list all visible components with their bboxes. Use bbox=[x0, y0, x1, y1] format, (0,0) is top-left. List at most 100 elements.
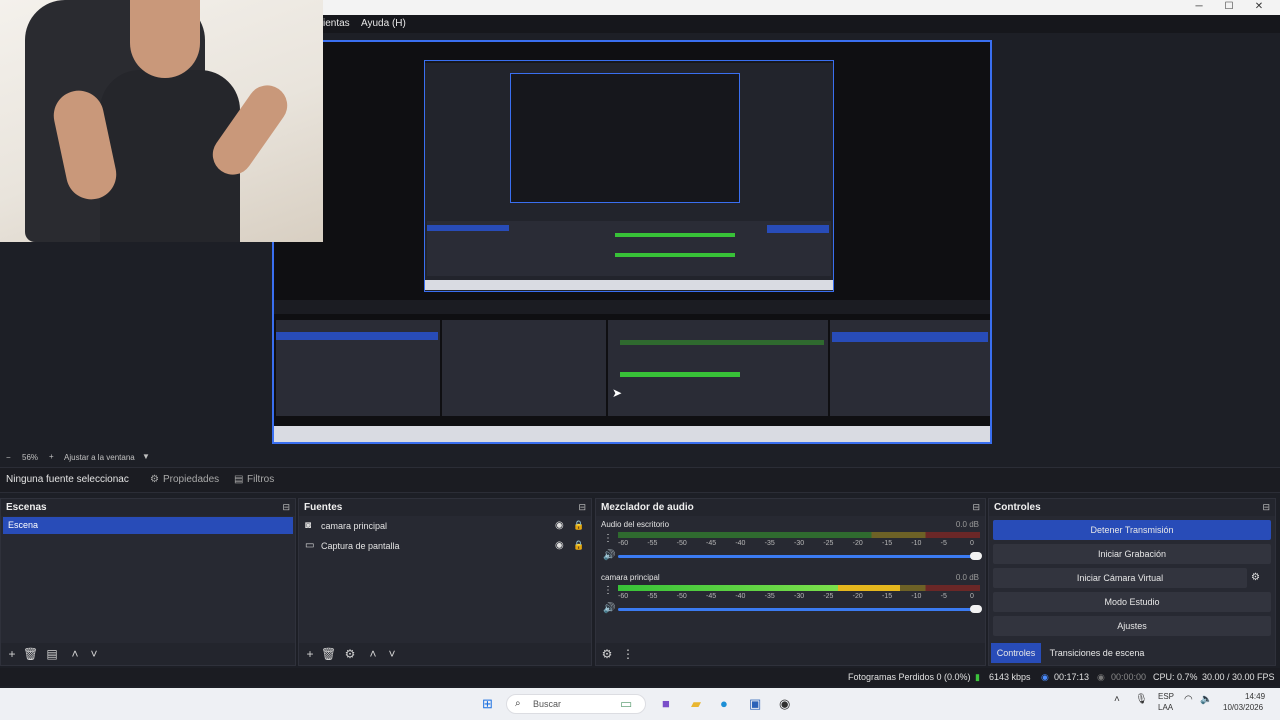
minimize-icon[interactable]: ─ bbox=[1184, 1, 1214, 12]
close-icon[interactable]: ✕ bbox=[1244, 1, 1274, 12]
landscape-widget-icon[interactable]: ▭ bbox=[620, 696, 632, 712]
slider-handle[interactable] bbox=[970, 605, 982, 613]
fit-window-button[interactable]: Ajustar a la ventana bbox=[64, 453, 135, 462]
gear-icon[interactable]: ⚙ bbox=[343, 647, 357, 661]
scale-tick: -10 bbox=[911, 593, 922, 600]
tab-scene-transitions[interactable]: Transiciones de escena bbox=[1045, 643, 1149, 663]
undock-icon[interactable]: ⊟ bbox=[578, 502, 586, 513]
settings-button[interactable]: Ajustes bbox=[993, 616, 1271, 636]
store-icon[interactable]: ▣ bbox=[749, 696, 761, 712]
mixer-menu-icon[interactable]: ⋮ bbox=[621, 647, 635, 661]
volume-slider[interactable] bbox=[618, 552, 982, 560]
move-down-button[interactable]: ˅ bbox=[87, 647, 101, 661]
move-up-button[interactable]: ˄ bbox=[366, 647, 380, 661]
mixer-title: Mezclador de audio bbox=[601, 502, 694, 513]
scenes-title: Escenas bbox=[6, 502, 47, 513]
microphone-icon[interactable]: 🎙 bbox=[1135, 694, 1148, 705]
undock-icon[interactable]: ⊟ bbox=[1262, 502, 1270, 513]
mouse-cursor: ➤ bbox=[612, 386, 623, 400]
source-item[interactable]: ▭ Captura de pantalla ◉ 🔒 bbox=[303, 538, 593, 555]
start-virtual-camera-button[interactable]: Iniciar Cámara Virtual bbox=[993, 568, 1247, 588]
scale-tick: -40 bbox=[735, 540, 746, 547]
sources-footer: + 🗑 ⚙ ˄ ˅ bbox=[299, 643, 591, 665]
record-icon: ◉ bbox=[1097, 672, 1105, 682]
move-down-button[interactable]: ˅ bbox=[385, 647, 399, 661]
chevron-down-icon[interactable]: ▼ bbox=[142, 452, 150, 461]
channel-menu-icon[interactable]: ⋮ bbox=[603, 533, 613, 544]
scale-tick: -20 bbox=[852, 593, 863, 600]
menu-help[interactable]: Ayuda (H) bbox=[361, 18, 406, 29]
mirror-sources bbox=[442, 320, 606, 416]
channel-db: 0.0 dB bbox=[955, 573, 979, 582]
scene-item[interactable]: Escena bbox=[3, 517, 293, 534]
zoom-out-button[interactable]: − bbox=[6, 453, 11, 462]
undock-icon[interactable]: ⊟ bbox=[282, 502, 290, 513]
status-bar: Fotogramas Perdidos 0 (0.0%) ▮ 6143 kbps… bbox=[0, 668, 1280, 686]
filters-button[interactable]: Filtros bbox=[247, 474, 274, 485]
scale-tick: -40 bbox=[735, 593, 746, 600]
maximize-icon[interactable]: ☐ bbox=[1214, 1, 1244, 12]
eye-icon[interactable]: ◉ bbox=[555, 540, 564, 551]
add-source-button[interactable]: + bbox=[303, 647, 317, 661]
mixer-footer: ⚙ ⋮ bbox=[596, 643, 985, 665]
scale-tick: -45 bbox=[706, 593, 717, 600]
scenes-dock: Escenas ⊟ Escena + 🗑 ▤ ˄ ˅ bbox=[0, 498, 296, 666]
no-source-label: Ninguna fuente seleccionac bbox=[6, 474, 129, 485]
scene-label: Escena bbox=[8, 520, 39, 530]
menu-tools[interactable]: ientas bbox=[323, 18, 350, 29]
move-up-button[interactable]: ˄ bbox=[68, 647, 82, 661]
mirror-stop-button bbox=[832, 332, 988, 342]
preview-canvas[interactable] bbox=[272, 40, 992, 444]
clock-time[interactable]: 14:49 bbox=[1245, 692, 1265, 701]
scale-tick: -55 bbox=[647, 593, 658, 600]
scale-tick: -30 bbox=[794, 593, 805, 600]
sources-title: Fuentes bbox=[304, 502, 343, 513]
filter-scene-button[interactable]: ▤ bbox=[45, 647, 59, 661]
trash-icon[interactable]: 🗑 bbox=[321, 647, 336, 661]
channel-menu-icon[interactable]: ⋮ bbox=[603, 585, 613, 596]
speaker-icon[interactable]: 🔊 bbox=[603, 550, 615, 561]
tab-controls[interactable]: Controles bbox=[991, 643, 1041, 663]
eye-icon[interactable]: ◉ bbox=[555, 520, 564, 531]
dock-header: Escenas ⊟ bbox=[1, 499, 295, 516]
scale-tick: -55 bbox=[647, 540, 658, 547]
volume-slider[interactable] bbox=[618, 605, 982, 613]
meter-scale: -60 -55 -50 -45 -40 -35 -30 -25 -20 -15 -10 -5 0 bbox=[618, 540, 980, 549]
fps: 30.00 / 30.00 FPS bbox=[1202, 672, 1275, 682]
volume-icon[interactable]: 🔈 bbox=[1200, 694, 1212, 705]
start-recording-button[interactable]: Iniciar Grabación bbox=[993, 544, 1271, 564]
scale-tick: -25 bbox=[823, 593, 834, 600]
scale-tick: -45 bbox=[706, 540, 717, 547]
lock-icon[interactable]: 🔒 bbox=[573, 540, 584, 551]
source-item[interactable]: ◙ camara principal ◉ 🔒 bbox=[303, 518, 593, 535]
nested-taskbar bbox=[425, 280, 833, 290]
trash-icon[interactable]: 🗑 bbox=[23, 647, 38, 661]
obs-icon[interactable]: ◉ bbox=[779, 696, 790, 712]
webcam-feed bbox=[0, 0, 323, 242]
add-scene-button[interactable]: + bbox=[5, 647, 19, 661]
lock-icon[interactable]: 🔒 bbox=[573, 520, 584, 531]
folder-icon[interactable]: ▰ bbox=[691, 696, 701, 712]
source-label: camara principal bbox=[321, 521, 388, 531]
speaker-icon[interactable]: 🔊 bbox=[603, 603, 615, 614]
mirror-taskbar bbox=[274, 426, 990, 442]
zoom-in-button[interactable]: + bbox=[49, 452, 54, 461]
mirror-meter-1 bbox=[620, 340, 824, 345]
lang-top[interactable]: ESP bbox=[1158, 692, 1174, 701]
undock-icon[interactable]: ⊟ bbox=[972, 502, 980, 513]
clock-date[interactable]: 10/03/2026 bbox=[1223, 703, 1263, 712]
button-label: Iniciar Cámara Virtual bbox=[1076, 573, 1164, 583]
edge-icon[interactable]: ● bbox=[720, 696, 728, 711]
wifi-icon[interactable]: ◠ bbox=[1184, 694, 1193, 705]
slider-handle[interactable] bbox=[970, 552, 982, 560]
properties-button[interactable]: Propiedades bbox=[163, 474, 219, 485]
lang-bottom[interactable]: LAA bbox=[1158, 703, 1173, 712]
windows-start-icon[interactable]: ⊞ bbox=[482, 696, 493, 712]
studio-mode-button[interactable]: Modo Estudio bbox=[993, 592, 1271, 612]
tray-chevron-icon[interactable]: ˄ bbox=[1114, 694, 1120, 705]
advanced-audio-icon[interactable]: ⚙ bbox=[600, 647, 614, 661]
app-icon[interactable]: ■ bbox=[662, 696, 670, 711]
stream-time: 00:17:13 bbox=[1054, 672, 1090, 682]
gear-icon[interactable]: ⚙ bbox=[1251, 572, 1260, 583]
stop-streaming-button[interactable]: Detener Transmisión bbox=[993, 520, 1271, 540]
